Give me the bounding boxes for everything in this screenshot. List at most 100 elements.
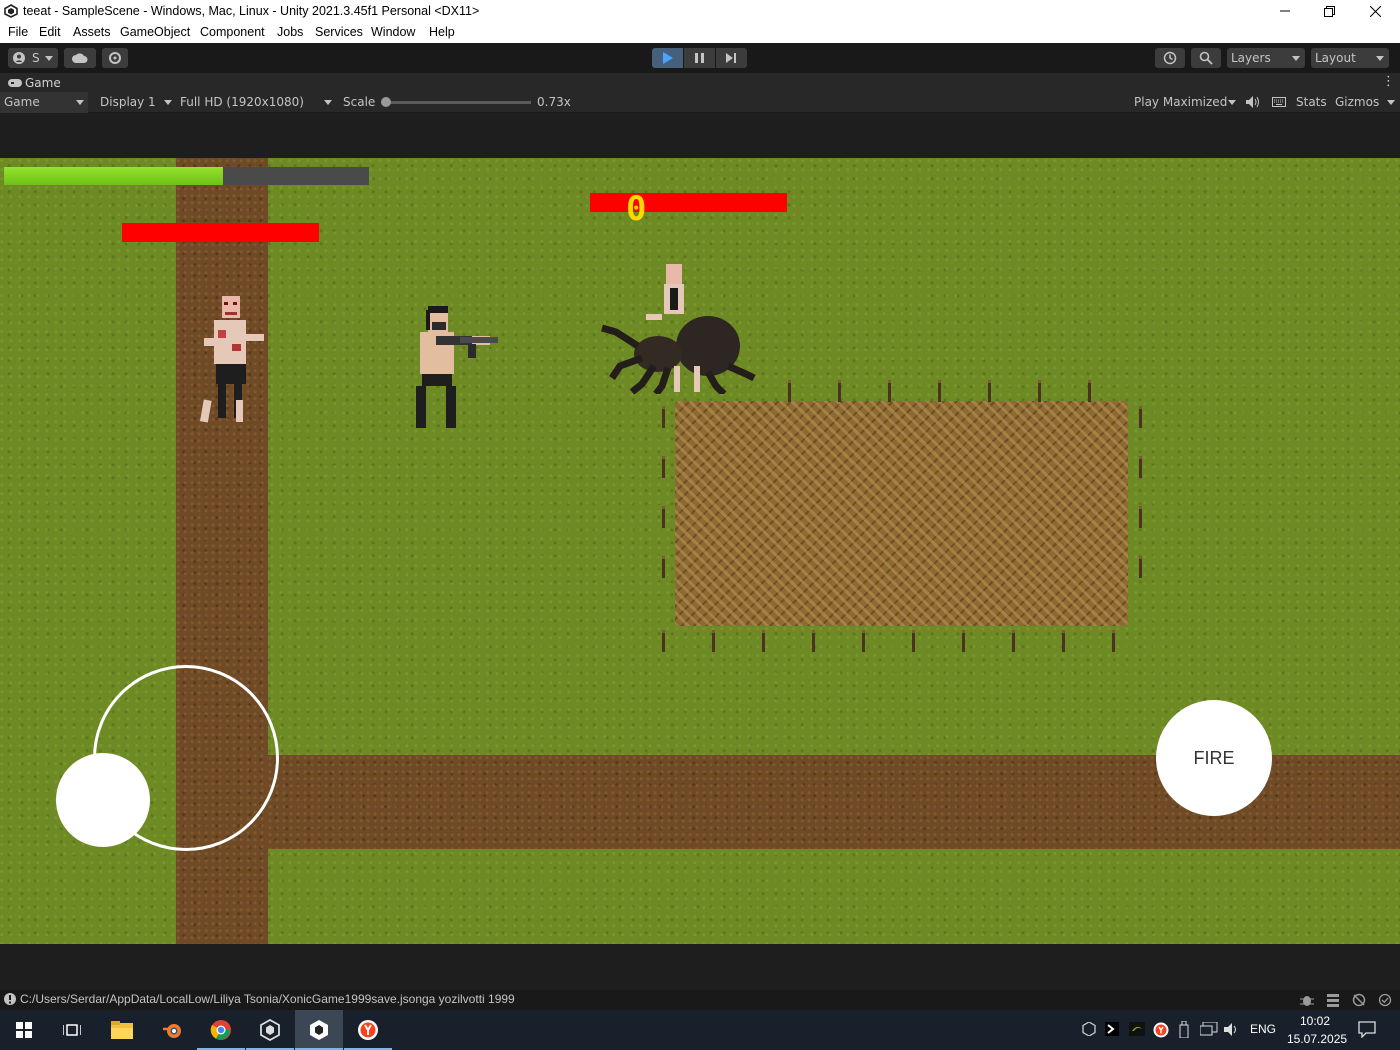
fence-post — [662, 630, 665, 652]
chevron-down-icon[interactable] — [1387, 100, 1395, 105]
pause-button[interactable] — [684, 48, 715, 68]
play-maximized-dropdown[interactable]: Play Maximized — [1130, 92, 1240, 113]
network-tray-icon[interactable] — [1200, 1022, 1218, 1037]
volume-tray-icon[interactable] — [1224, 1022, 1240, 1037]
menu-window[interactable]: Window — [371, 25, 415, 39]
layout-dropdown[interactable]: Layout — [1311, 48, 1389, 68]
taskbar-unity-editor[interactable] — [295, 1010, 343, 1050]
window-title: teeat - SampleScene - Windows, Mac, Linu… — [23, 4, 480, 18]
clock-date[interactable]: 15.07.2025 — [1287, 1032, 1347, 1046]
keyboard-icon[interactable] — [1272, 97, 1286, 107]
fence-post — [1062, 630, 1065, 652]
joystick-knob[interactable] — [56, 753, 150, 847]
undo-history-button[interactable] — [1155, 48, 1185, 68]
menu-jobs[interactable]: Jobs — [277, 25, 303, 39]
main-toolbar: S Layers Layout — [0, 43, 1400, 73]
fence-post — [1038, 380, 1041, 402]
play-button[interactable] — [652, 48, 683, 68]
gizmos-button[interactable]: Gizmos — [1335, 95, 1379, 109]
view-mode-dropdown[interactable]: Game — [0, 92, 88, 113]
mute-audio-icon[interactable] — [1246, 96, 1260, 108]
terminal-tray-icon[interactable] — [1105, 1022, 1119, 1036]
close-button[interactable] — [1352, 0, 1398, 23]
restore-button[interactable] — [1306, 0, 1352, 23]
clock-time[interactable]: 10:02 — [1300, 1014, 1330, 1028]
chevron-down-icon — [76, 100, 84, 105]
taskbar-file-explorer[interactable] — [98, 1010, 146, 1050]
start-button[interactable] — [0, 1010, 48, 1050]
fence-post — [1139, 506, 1142, 528]
resolution-dropdown[interactable]: Full HD (1920x1080) — [174, 92, 336, 113]
scale-slider-thumb[interactable] — [381, 97, 391, 107]
tab-options-icon[interactable]: ⋮ — [1382, 74, 1395, 89]
check-circle-icon[interactable] — [1378, 993, 1392, 1007]
minimize-button[interactable] — [1262, 0, 1308, 23]
cloud-button[interactable] — [64, 48, 96, 68]
pause-icon — [695, 53, 704, 63]
fence-post — [912, 630, 915, 652]
yandex-tray-icon[interactable] — [1153, 1022, 1169, 1038]
notification-center-icon[interactable] — [1358, 1021, 1376, 1038]
spider-health-bar — [590, 193, 787, 212]
taskbar-unity-hub[interactable] — [246, 1010, 294, 1050]
game-tab-bar: Game ⋮ — [0, 73, 1400, 92]
game-viewport[interactable]: 0 FIRE — [0, 158, 1400, 944]
player-health-fill — [4, 167, 223, 185]
account-dropdown[interactable]: S — [8, 48, 58, 68]
task-view-icon — [63, 1024, 81, 1036]
step-icon — [726, 53, 736, 63]
fence-post — [662, 456, 665, 478]
taskbar-chrome[interactable] — [197, 1010, 245, 1050]
fence-post — [1139, 556, 1142, 578]
unity-hub-icon — [260, 1019, 280, 1041]
nvidia-tray-icon[interactable] — [1129, 1022, 1145, 1036]
display-dropdown[interactable]: Display 1 — [92, 92, 172, 113]
unity-editor-icon — [310, 1020, 328, 1040]
blender-icon — [163, 1024, 181, 1038]
fence-post — [788, 380, 791, 402]
scale-slider[interactable] — [381, 97, 531, 107]
taskbar-blender[interactable] — [148, 1010, 196, 1050]
fence-post — [962, 630, 965, 652]
menu-file[interactable]: File — [8, 25, 28, 39]
gamepad-icon — [8, 79, 22, 87]
menu-edit[interactable]: Edit — [39, 25, 61, 39]
search-button[interactable] — [1191, 48, 1221, 68]
database-icon[interactable] — [1326, 993, 1340, 1007]
game-letterbox-top — [0, 113, 1400, 158]
bug-icon[interactable] — [1300, 993, 1314, 1007]
menu-gameobject[interactable]: GameObject — [120, 25, 190, 39]
view-mode-label: Game — [4, 95, 40, 109]
history-icon — [1163, 51, 1177, 65]
layers-dropdown[interactable]: Layers — [1227, 48, 1305, 68]
settings-gear-icon — [109, 52, 121, 64]
account-icon — [13, 52, 25, 64]
fence-post — [1139, 406, 1142, 428]
step-button[interactable] — [716, 48, 747, 68]
task-view-button[interactable] — [48, 1010, 96, 1050]
minimize-icon — [1280, 10, 1290, 12]
console-message[interactable]: C:/Users/Serdar/AppData/LocalLow/Liliya … — [20, 992, 515, 1006]
taskbar-yandex[interactable] — [344, 1010, 392, 1050]
fence-post — [1088, 380, 1091, 402]
fence-post — [662, 556, 665, 578]
progress-icon[interactable] — [1352, 993, 1366, 1007]
tab-game[interactable]: Game — [25, 76, 61, 90]
info-icon — [4, 993, 16, 1005]
fence-post — [838, 380, 841, 402]
menu-services[interactable]: Services — [315, 25, 363, 39]
menu-help[interactable]: Help — [429, 25, 455, 39]
close-icon — [1369, 5, 1381, 18]
menu-component[interactable]: Component — [200, 25, 265, 39]
language-indicator[interactable]: ENG — [1250, 1022, 1276, 1036]
unity-tray-icon[interactable] — [1082, 1022, 1096, 1036]
usb-tray-icon[interactable] — [1178, 1021, 1190, 1038]
fence-post — [712, 630, 715, 652]
search-icon — [1199, 51, 1213, 65]
stats-button[interactable]: Stats — [1296, 95, 1327, 109]
menu-assets[interactable]: Assets — [73, 25, 111, 39]
collab-button[interactable] — [102, 48, 128, 68]
fence-post — [662, 406, 665, 428]
cloud-icon — [72, 53, 88, 63]
fire-button[interactable]: FIRE — [1156, 700, 1272, 816]
